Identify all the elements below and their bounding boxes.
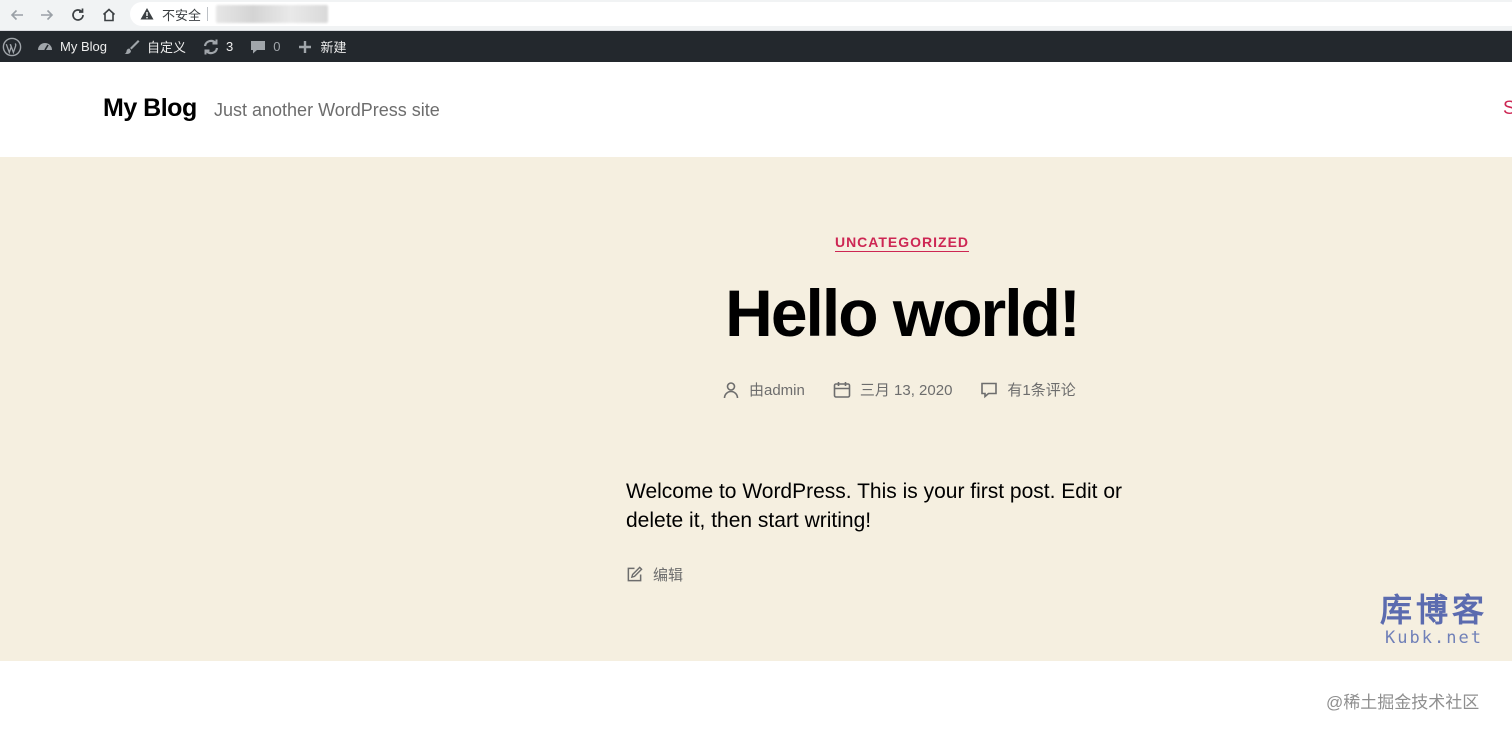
home-icon <box>102 8 116 22</box>
arrow-right-icon <box>41 9 54 21</box>
customize-link[interactable]: 自定义 <box>115 31 194 62</box>
omnibox-separator <box>207 7 209 21</box>
kubk-watermark-cn: 库博客 <box>1379 592 1488 628</box>
comment-icon <box>981 382 998 398</box>
dashboard-icon <box>38 42 52 50</box>
post-comments[interactable]: 有1条评论 <box>980 379 1076 400</box>
site-header: My Blog Just another WordPress site S <box>0 62 1512 157</box>
post-date[interactable]: 三月 13, 2020 <box>833 379 953 400</box>
post-author[interactable]: 由admin <box>722 379 805 400</box>
new-label: 新建 <box>320 40 347 55</box>
warning-icon <box>140 8 154 20</box>
comment-bubble-icon <box>251 40 266 53</box>
edit-post-link[interactable]: 编辑 <box>626 564 683 585</box>
edit-label: 编辑 <box>653 567 684 584</box>
customize-label: 自定义 <box>146 40 186 55</box>
post-category: UNCATEGORIZED <box>0 234 1512 252</box>
updates-link[interactable]: 3 <box>194 31 241 62</box>
plus-icon <box>299 40 312 53</box>
wordpress-logo-icon <box>2 37 22 56</box>
wp-logo-menu[interactable] <box>0 31 28 62</box>
site-title[interactable]: My Blog <box>103 94 197 123</box>
updates-icon <box>203 39 219 54</box>
site-name-menu[interactable]: My Blog <box>28 31 115 62</box>
forward-button[interactable] <box>36 4 58 26</box>
user-icon <box>723 381 739 398</box>
wp-admin-bar: My Blog 自定义 3 0 新建 <box>0 31 1512 62</box>
back-button[interactable] <box>6 4 28 26</box>
blurred-url <box>216 5 329 23</box>
primary-menu-item[interactable]: S <box>1503 98 1512 120</box>
category-link[interactable]: UNCATEGORIZED <box>834 234 970 252</box>
post-meta: 由admin 三月 13, 2020 有1条评论 <box>722 379 1104 400</box>
comments-label: 有1条评论 <box>1007 382 1076 399</box>
calendar-icon <box>833 381 851 398</box>
updates-count: 3 <box>225 39 234 54</box>
kubk-watermark-en: Kubk.net <box>1385 628 1483 648</box>
reload-button[interactable] <box>67 4 89 26</box>
date-label: 三月 13, 2020 <box>859 382 953 399</box>
post-title: Hello world! <box>725 276 1081 350</box>
security-label: 不安全 <box>162 7 202 23</box>
browser-toolbar: 不安全 <box>0 0 1512 31</box>
post-area: UNCATEGORIZED Hello world! 由admin 三月 13,… <box>0 157 1512 661</box>
comments-link[interactable]: 0 <box>241 31 288 62</box>
author-label: 由admin <box>749 382 805 399</box>
kubk-watermark: 库博客 Kubk.net <box>1374 592 1494 648</box>
site-description: Just another WordPress site <box>214 100 440 120</box>
post-content: Welcome to WordPress. This is your first… <box>626 480 1122 532</box>
home-button[interactable] <box>98 4 120 26</box>
reload-icon <box>72 8 84 21</box>
address-bar[interactable]: 不安全 <box>130 2 1512 26</box>
juejin-watermark: @稀土掘金技术社区 <box>1326 693 1480 712</box>
arrow-left-icon <box>10 9 23 21</box>
brush-icon <box>124 39 140 54</box>
site-name-label: My Blog <box>60 39 107 54</box>
comments-count: 0 <box>273 39 281 54</box>
edit-icon <box>627 566 643 582</box>
new-content-menu[interactable]: 新建 <box>288 31 354 62</box>
